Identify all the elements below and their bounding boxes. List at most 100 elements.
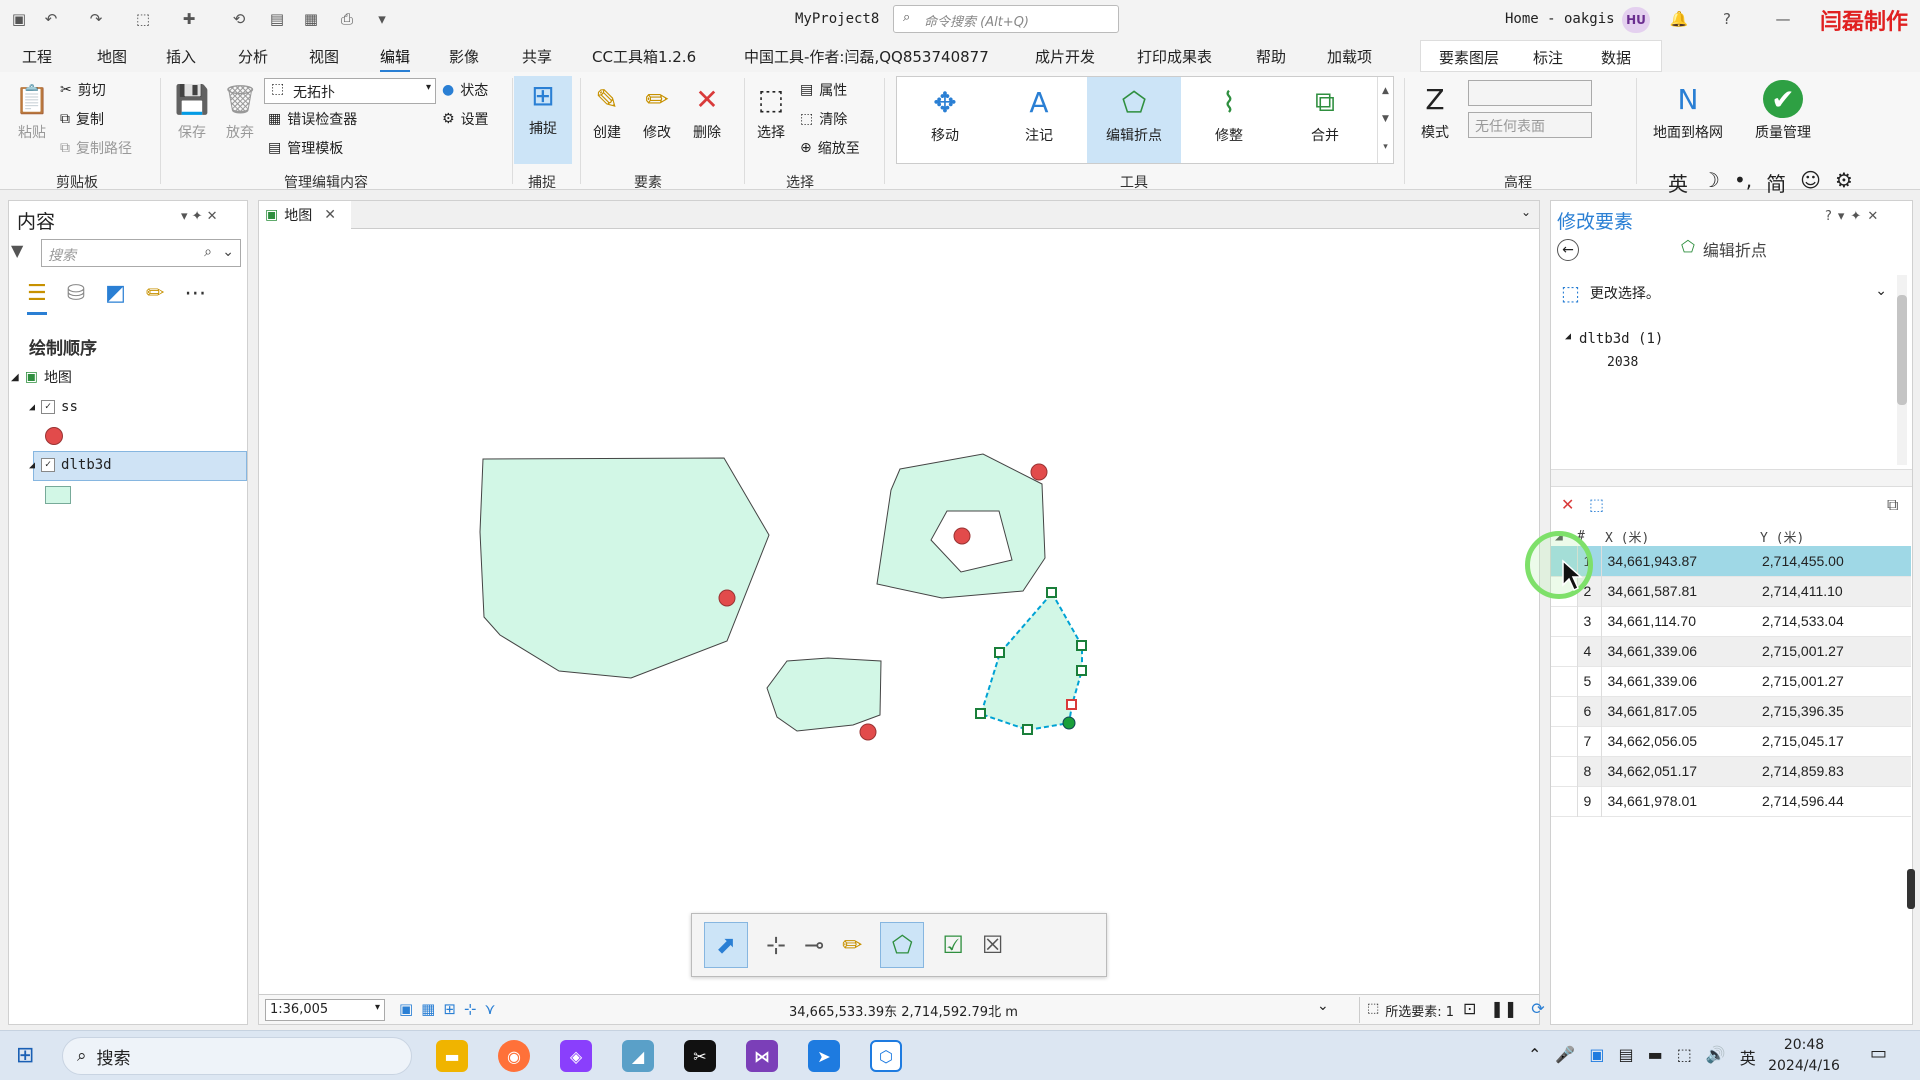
print-icon[interactable]: ⎙ (336, 8, 358, 30)
discard-edits-button[interactable]: 🗑 放弃 (210, 80, 270, 142)
coordinate-units-chevron[interactable]: ⌄ (1317, 998, 1329, 1014)
command-search-input[interactable]: ⌕ 命令搜索 (Alt+Q) (893, 5, 1119, 33)
snapping-button[interactable]: ⊞ 捕捉 (514, 76, 572, 164)
delete-features-button[interactable]: ✕ 删除 (682, 80, 732, 142)
edit-vertices-tool-button[interactable]: ⬠ 编辑折点 (1087, 77, 1181, 163)
finish-icon[interactable]: ☑ (942, 931, 964, 959)
ime-moon-icon[interactable]: ☽ (1702, 168, 1720, 192)
select-vertex-icon[interactable]: ⬈ (704, 922, 748, 968)
copy-table-icon[interactable]: ⧉ (1887, 495, 1898, 515)
tray-app-icon[interactable]: ▣ (1589, 1045, 1604, 1069)
vertex-row[interactable]: 3 34,661,114.70 2,714,533.04 (1551, 606, 1911, 636)
select-tool-icon[interactable]: ⬚ (132, 8, 154, 30)
volume-icon[interactable]: 🔊 (1706, 1045, 1726, 1069)
microphone-icon[interactable]: 🎤 (1555, 1045, 1575, 1069)
history-icon[interactable]: ⟲ (228, 8, 250, 30)
app-purple-icon[interactable]: ◈ (560, 1040, 592, 1072)
selection-tree-feature[interactable]: 2038 (1607, 355, 1638, 370)
arcgis-pro-icon[interactable]: ⬡ (870, 1040, 902, 1072)
vertex-row[interactable]: 4 34,661,339.06 2,715,001.27 (1551, 636, 1911, 666)
vertex-marker[interactable] (975, 708, 986, 719)
minimize-icon[interactable]: — (1772, 8, 1794, 30)
vertex-marker[interactable] (1046, 587, 1057, 598)
topology-dropdown[interactable]: ⬚ 无拓扑 ▾ (264, 78, 436, 104)
app-arrow-icon[interactable]: ➤ (808, 1040, 840, 1072)
tab-view[interactable]: 视图 (309, 46, 339, 67)
tray-network-icon[interactable]: ▤ (1618, 1045, 1633, 1069)
undo-icon[interactable]: ↶ (40, 8, 62, 30)
tab-development[interactable]: 成片开发 (1035, 46, 1095, 67)
app-blue-icon[interactable]: ◢ (622, 1040, 654, 1072)
tab-imagery[interactable]: 影像 (449, 46, 479, 67)
capcut-icon[interactable]: ✂ (684, 1040, 716, 1072)
portal-home[interactable]: Home - oakgis (1505, 11, 1615, 27)
table-icon[interactable]: ⊡ (1463, 999, 1476, 1018)
battery-icon[interactable]: ▬ (1648, 1045, 1663, 1069)
vertex-marker[interactable] (1076, 640, 1087, 651)
point-feature[interactable] (1030, 463, 1048, 481)
map-view[interactable]: ▣ 地图 ✕ ⌄ ⬈ ⊹ ⊸ ✏ ⬠ ☑ ☒ 1:36,005 ▾ ▣▦⊞⊹⋎ … (258, 200, 1545, 1025)
taskbar-search[interactable]: ⌕ 搜索 (62, 1037, 412, 1075)
scale-dropdown[interactable]: 1:36,005 ▾ (265, 999, 385, 1021)
error-inspector-button[interactable]: ▦ 错误检查器 (268, 109, 357, 129)
tab-analysis[interactable]: 分析 (238, 46, 268, 67)
pane-options-icon[interactable]: ?▾✦✕ (1825, 209, 1884, 224)
create-features-button[interactable]: ✎ 创建 (582, 80, 632, 142)
redo-icon[interactable]: ↷ (85, 8, 107, 30)
toolbox-icon[interactable]: ▤ (266, 8, 288, 30)
delete-vertex-icon[interactable]: ✕ (1561, 495, 1574, 514)
selection-view-icon[interactable]: ◩ (105, 281, 126, 315)
ime-lang-toggle[interactable]: 英 (1668, 168, 1688, 196)
attributes-button[interactable]: ▤ 属性 (800, 80, 847, 100)
contents-search-input[interactable]: 搜索 ⌕ ⌄ (41, 239, 241, 267)
zoom-to-button[interactable]: ⊕ 缩放至 (800, 138, 860, 158)
polygon-feature[interactable] (766, 657, 882, 732)
vertex-row[interactable]: 6 34,661,817.05 2,715,396.35 (1551, 696, 1911, 726)
clear-selection-button[interactable]: ⬚ 清除 (800, 109, 847, 129)
filter-icon[interactable]: ▼ (11, 241, 23, 260)
remove-vertex-icon[interactable]: ⊸ (804, 931, 824, 959)
elevation-mode-button[interactable]: Z 模式 (1408, 80, 1462, 142)
visual-studio-icon[interactable]: ⋈ (746, 1040, 778, 1072)
ime-punct-icon[interactable]: •, (1734, 168, 1752, 192)
tab-print-results[interactable]: 打印成果表 (1137, 46, 1212, 67)
firefox-icon[interactable]: ◉ (498, 1040, 530, 1072)
annotate-tool-button[interactable]: A 注记 (1009, 83, 1069, 145)
gallery-scroll[interactable]: ▲ ▼ ▾ (1377, 77, 1393, 163)
file-explorer-icon[interactable]: ▬ (436, 1040, 468, 1072)
close-icon[interactable]: ✕ (324, 207, 336, 223)
selection-tree-layer[interactable]: ◢ dltb3d (1) (1565, 331, 1663, 347)
vertex-row[interactable]: 2 34,661,587.81 2,714,411.10 (1551, 576, 1911, 606)
move-tool-button[interactable]: ✥ 移动 (915, 83, 975, 145)
vertex-row[interactable]: 5 34,661,339.06 2,715,001.27 (1551, 666, 1911, 696)
help-icon[interactable]: ? (1716, 8, 1738, 30)
settings-button[interactable]: ⚙ 设置 (442, 109, 489, 129)
display-icon[interactable]: ⬚ (1677, 1045, 1692, 1069)
add-vertex-icon[interactable]: ⊹ (766, 931, 786, 959)
discard-icon[interactable]: ☒ (982, 931, 1004, 959)
editing-view-icon[interactable]: ✏ (146, 281, 164, 315)
copy-button[interactable]: ⧉ 复制 (60, 109, 104, 129)
vertex-row[interactable]: 1 34,661,943.87 2,714,455.00 (1551, 546, 1911, 576)
clock[interactable]: 20:48 2024/4/16 (1768, 1035, 1840, 1077)
vertex-marker-selected[interactable] (1066, 699, 1077, 710)
tab-project[interactable]: 工程 (22, 46, 52, 67)
vertex-marker[interactable] (1022, 724, 1033, 735)
tab-labeling[interactable]: 标注 (1533, 47, 1563, 68)
refresh-icon[interactable]: ⟳ (1531, 999, 1544, 1018)
checkbox-icon[interactable]: ✓ (41, 400, 56, 414)
pane-options-icon[interactable]: ▾ ✦ ✕ (181, 209, 218, 224)
ime-indicator[interactable]: 英 (1740, 1045, 1756, 1069)
tab-help[interactable]: 帮助 (1256, 46, 1286, 67)
tab-china-tools[interactable]: 中国工具-作者:闫磊,QQ853740877 (744, 46, 989, 67)
cut-button[interactable]: ✂ 剪切 (60, 80, 106, 100)
tab-feature-layer[interactable]: 要素图层 (1439, 47, 1499, 68)
tab-share[interactable]: 共享 (522, 46, 552, 67)
layer-dltb3d[interactable]: ◢ ✓ dltb3d (29, 457, 112, 473)
map-tab[interactable]: ▣ 地图 ✕ (259, 201, 351, 229)
avatar[interactable]: HU (1622, 7, 1650, 33)
selected-count[interactable]: ⬚ 所选要素: 1 (1367, 1001, 1454, 1020)
checkbox-icon[interactable]: ✓ (41, 458, 56, 472)
tab-addins[interactable]: 加载项 (1327, 46, 1372, 67)
more-icon[interactable]: ⋯ (184, 281, 206, 315)
